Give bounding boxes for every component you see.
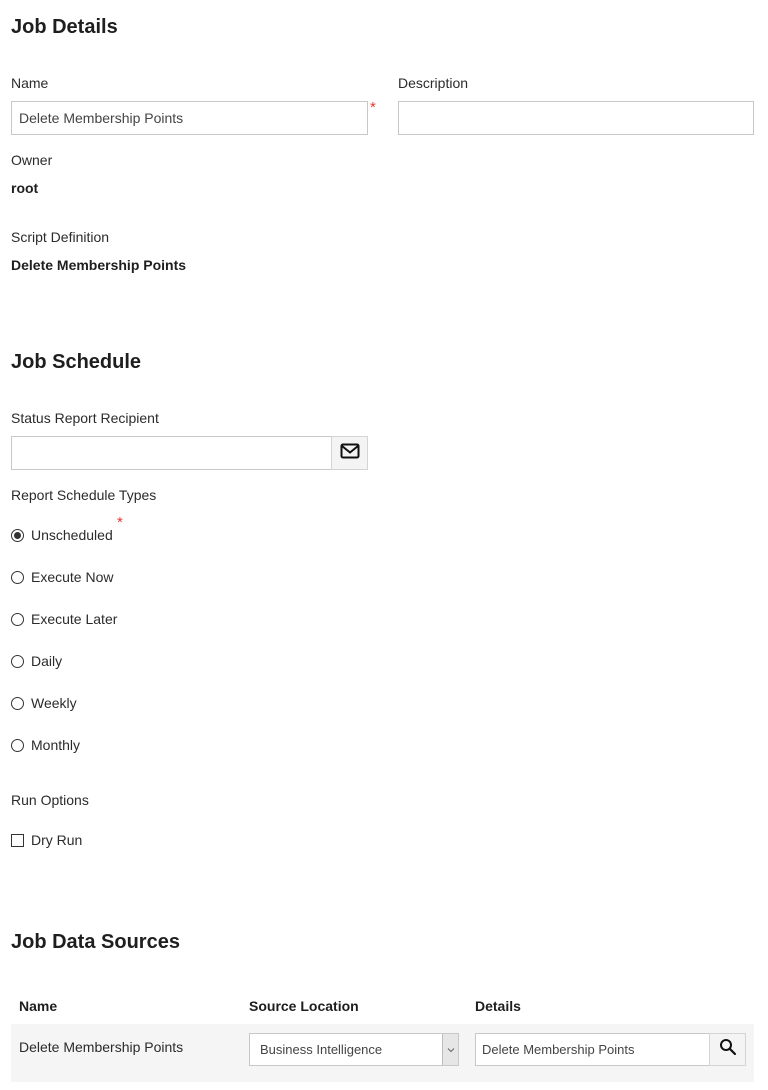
job-details-title: Job Details xyxy=(11,16,118,38)
dry-run-label: Dry Run xyxy=(31,832,83,848)
radio-weekly[interactable]: Weekly xyxy=(11,695,77,711)
radio-label: Monthly xyxy=(31,737,81,753)
radio-daily[interactable]: Daily xyxy=(11,653,62,669)
radio-label: Weekly xyxy=(31,695,77,711)
dry-run-checkbox-row[interactable]: Dry Run xyxy=(11,832,82,848)
description-label: Description xyxy=(398,75,469,91)
radio-button[interactable] xyxy=(11,696,24,710)
radio-label: Daily xyxy=(31,653,63,669)
chevron-down-icon[interactable] xyxy=(442,1034,458,1065)
source-location-value: Business Intelligence xyxy=(260,1042,383,1057)
source-location-select[interactable]: Business Intelligence xyxy=(249,1033,459,1066)
description-input[interactable] xyxy=(398,101,754,135)
script-definition-value: Delete Membership Points xyxy=(11,257,187,273)
radio-button[interactable] xyxy=(11,654,24,668)
radio-button[interactable] xyxy=(11,612,24,626)
search-icon xyxy=(719,1038,737,1061)
name-label: Name xyxy=(11,75,49,91)
status-report-recipient-label: Status Report Recipient xyxy=(11,410,159,426)
radio-button-checked[interactable] xyxy=(11,528,24,542)
table-row: Delete Membership Points Business Intell… xyxy=(11,1024,754,1082)
radio-label: Execute Later xyxy=(31,611,118,627)
status-report-recipient-input[interactable] xyxy=(11,436,332,470)
radio-button[interactable] xyxy=(11,570,24,584)
row-name: Delete Membership Points xyxy=(19,1039,184,1055)
search-button[interactable] xyxy=(709,1033,746,1066)
column-header-name: Name xyxy=(19,998,58,1014)
mail-icon xyxy=(340,443,360,464)
radio-label: Unscheduled xyxy=(31,527,113,543)
script-definition-label: Script Definition xyxy=(11,229,110,245)
job-data-sources-title: Job Data Sources xyxy=(11,931,180,953)
column-header-details: Details xyxy=(475,998,521,1014)
details-value: Delete Membership Points xyxy=(482,1042,635,1057)
required-indicator: * xyxy=(117,514,123,531)
radio-execute-now[interactable]: Execute Now xyxy=(11,569,113,585)
details-input[interactable]: Delete Membership Points xyxy=(475,1033,710,1066)
column-header-source-location: Source Location xyxy=(249,998,359,1014)
job-schedule-title: Job Schedule xyxy=(11,351,142,373)
dry-run-checkbox[interactable] xyxy=(11,833,24,847)
radio-execute-later[interactable]: Execute Later xyxy=(11,611,117,627)
radio-monthly[interactable]: Monthly xyxy=(11,737,80,753)
owner-value: root xyxy=(11,180,39,196)
name-input[interactable]: Delete Membership Points xyxy=(11,101,368,135)
radio-unscheduled[interactable]: Unscheduled xyxy=(11,527,113,543)
required-indicator: * xyxy=(370,99,376,116)
run-options-label: Run Options xyxy=(11,792,89,808)
mail-button[interactable] xyxy=(331,436,368,470)
owner-label: Owner xyxy=(11,152,53,168)
radio-button[interactable] xyxy=(11,738,24,752)
radio-label: Execute Now xyxy=(31,569,114,585)
report-schedule-types-label: Report Schedule Types xyxy=(11,487,157,503)
